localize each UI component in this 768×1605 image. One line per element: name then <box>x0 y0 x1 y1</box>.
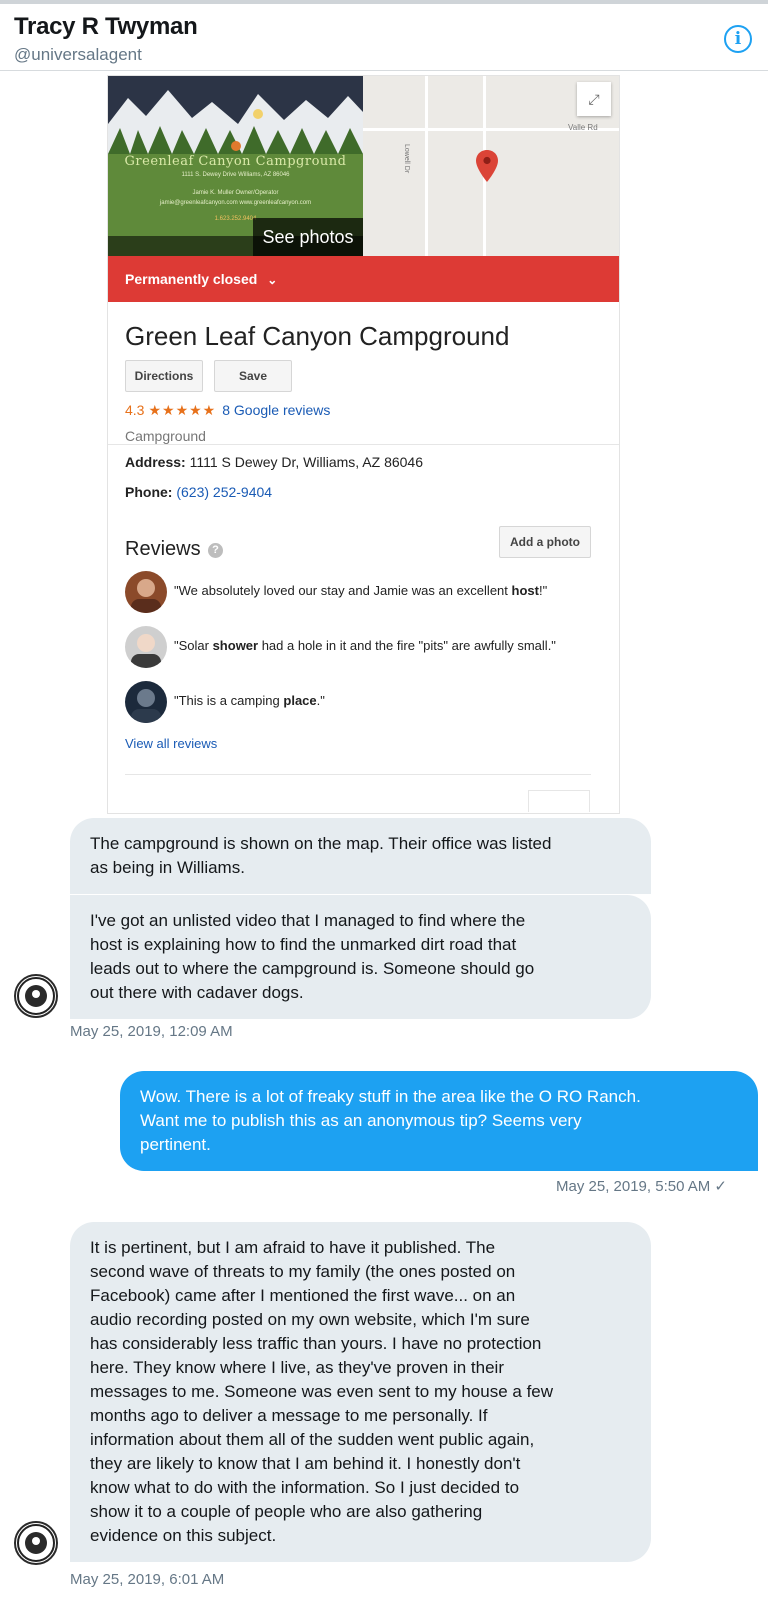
contact-handle[interactable]: @universalagent <box>14 45 142 65</box>
review-snippet: "Solar shower had a hole in it and the f… <box>174 638 556 653</box>
info-icon[interactable]: i <box>724 25 752 53</box>
phone-line: Phone: (623) 252-9404 <box>125 484 272 500</box>
cropped-button <box>528 790 590 812</box>
map-preview[interactable]: Lowell Dr Valle Rd ⤢ <box>363 76 619 256</box>
chevron-down-icon: ⌄ <box>267 273 278 287</box>
phone-value[interactable]: (623) 252-9404 <box>176 484 272 500</box>
divider <box>108 444 619 445</box>
dm-conversation-page: Tracy R Twyman @universalagent i Greenle… <box>0 0 768 1605</box>
road-label-lowell: Lowell Dr <box>403 144 410 174</box>
expand-icon[interactable]: ⤢ <box>577 82 611 116</box>
shared-image-place-card[interactable]: Greenleaf Canyon Campground 1111 S. Dewe… <box>108 76 619 813</box>
address-label: Address: <box>125 454 186 470</box>
closed-status-text: Permanently closed <box>125 271 258 287</box>
message-bubble-incoming[interactable]: It is pertinent, but I am afraid to have… <box>70 1222 651 1562</box>
sign-web: jamie@greenleafcanyon.com www.greenleafc… <box>159 200 312 206</box>
rating-row: 4.3 ★★★★★ 8 Google reviews <box>125 402 330 419</box>
campground-photo: Greenleaf Canyon Campground 1111 S. Dewe… <box>108 76 363 256</box>
road-label-valle: Valle Rd <box>568 123 598 132</box>
review-snippet: "This is a camping place." <box>174 693 325 708</box>
message-timestamp: May 25, 2019, 6:01 AM <box>70 1571 225 1588</box>
save-button[interactable]: Save <box>214 360 292 392</box>
message-bubble-incoming[interactable]: I've got an unlisted video that I manage… <box>70 895 651 1019</box>
campground-sign-title: Greenleaf Canyon Campground <box>124 154 347 169</box>
permanently-closed-banner[interactable]: Permanently closed ⌄ <box>108 256 619 302</box>
reviews-heading: Reviews <box>125 538 201 560</box>
address-value: 1111 S Dewey Dr, Williams, AZ 86046 <box>189 454 424 470</box>
divider <box>125 774 591 775</box>
conversation-header: Tracy R Twyman @universalagent i <box>0 4 768 71</box>
sender-avatar[interactable] <box>14 1521 58 1565</box>
phone-label: Phone: <box>125 484 173 500</box>
reviewer-avatar <box>125 626 167 668</box>
add-photo-button[interactable]: Add a photo <box>499 526 591 558</box>
road-lowell <box>425 76 428 256</box>
google-reviews-link[interactable]: 8 Google reviews <box>222 402 330 418</box>
contact-name[interactable]: Tracy R Twyman <box>14 13 198 41</box>
review-snippet: "We absolutely loved our stay and Jamie … <box>174 583 548 598</box>
directions-button[interactable]: Directions <box>125 360 203 392</box>
rating-value: 4.3 <box>125 402 145 418</box>
view-all-reviews-link[interactable]: View all reviews <box>125 736 217 751</box>
reviewer-avatar <box>125 571 167 613</box>
rating-stars: ★★★★★ <box>148 402 217 418</box>
map-pin-icon <box>476 150 498 182</box>
message-bubble-outgoing[interactable]: Wow. There is a lot of freaky stuff in t… <box>120 1071 758 1171</box>
sign-owner: Jamie K. Muller Owner/Operator <box>192 190 279 196</box>
see-photos-button[interactable]: See photos <box>253 218 363 256</box>
sign-address: 1111 S. Dewey Drive Williams, AZ 86046 <box>181 172 290 178</box>
mountains-illustration <box>108 90 363 154</box>
reviewer-avatar <box>125 681 167 723</box>
message-timestamp: May 25, 2019, 12:09 AM <box>70 1023 233 1040</box>
message-bubble-incoming[interactable]: The campground is shown on the map. Thei… <box>70 818 651 894</box>
address-line: Address: 1111 S Dewey Dr, Williams, AZ 8… <box>125 454 423 470</box>
place-title: Green Leaf Canyon Campground <box>125 321 510 351</box>
message-timestamp-read: May 25, 2019, 5:50 AM ✓ <box>556 1178 727 1195</box>
place-category: Campground <box>125 428 206 444</box>
help-icon[interactable]: ? <box>208 543 223 558</box>
sender-avatar[interactable] <box>14 974 58 1018</box>
